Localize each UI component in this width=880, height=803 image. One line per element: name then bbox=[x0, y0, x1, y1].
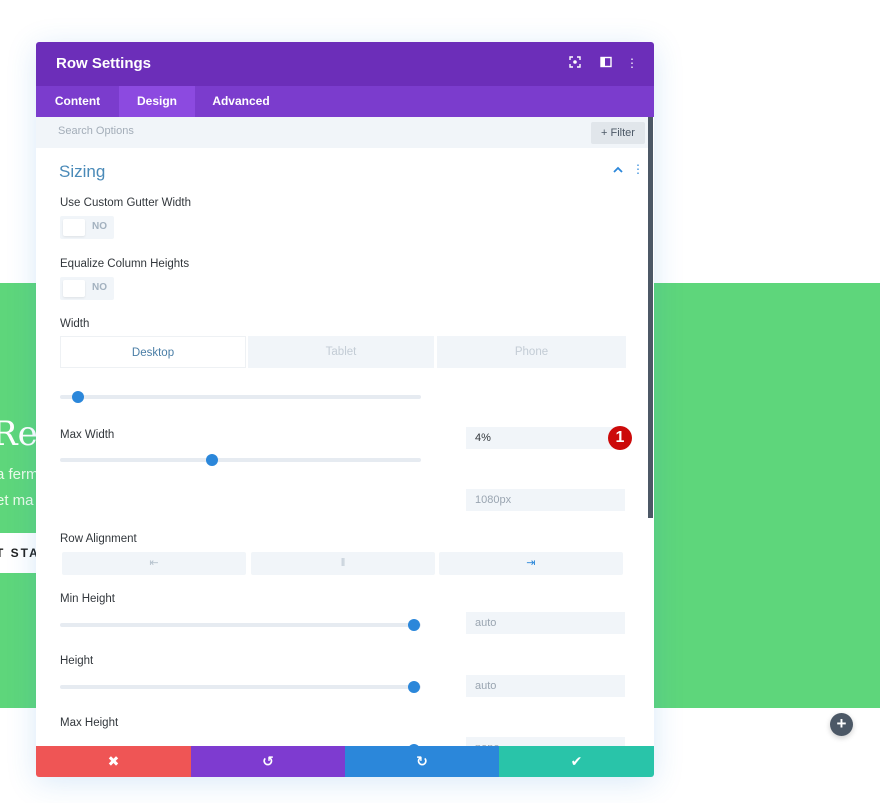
custom-gutter-toggle[interactable]: NO bbox=[60, 216, 114, 239]
row-settings-modal: Row Settings ⋮ Content Design Advanced +… bbox=[36, 42, 654, 777]
tab-advanced[interactable]: Advanced bbox=[195, 86, 287, 117]
toggle-knob bbox=[63, 280, 85, 297]
toggle-state: NO bbox=[92, 282, 107, 293]
undo-button[interactable]: ↺ bbox=[191, 746, 345, 777]
redo-icon: ↻ bbox=[416, 753, 428, 769]
align-right-icon: ⇥ bbox=[526, 557, 536, 569]
slider-track bbox=[60, 395, 421, 399]
tab-content[interactable]: Content bbox=[36, 86, 119, 117]
hero-button-label: T STA bbox=[0, 546, 40, 560]
slider-thumb[interactable] bbox=[407, 681, 420, 693]
align-left-button[interactable]: ⇤ bbox=[62, 552, 246, 575]
toggle-state: NO bbox=[92, 221, 107, 232]
more-options-icon[interactable]: ⋮ bbox=[625, 56, 639, 70]
device-tab-phone[interactable]: Phone bbox=[437, 336, 626, 368]
width-label: Width bbox=[60, 318, 90, 330]
modal-title: Row Settings bbox=[56, 55, 152, 72]
max-width-label: Max Width bbox=[60, 429, 115, 441]
max-width-slider[interactable] bbox=[60, 453, 421, 467]
modal-footer: ✖ ↺ ↻ ✔ bbox=[36, 746, 654, 777]
height-value-input[interactable] bbox=[466, 675, 625, 697]
check-icon: ✔ bbox=[570, 753, 583, 769]
tab-design[interactable]: Design bbox=[119, 86, 195, 117]
search-input[interactable] bbox=[58, 125, 358, 137]
max-height-label: Max Height bbox=[60, 717, 119, 729]
toggle-knob bbox=[63, 219, 85, 236]
width-slider[interactable] bbox=[60, 390, 421, 404]
filter-button[interactable]: + Filter bbox=[591, 122, 645, 144]
max-width-value-input[interactable] bbox=[466, 489, 625, 511]
height-slider[interactable] bbox=[60, 680, 421, 694]
section-more-icon[interactable]: ⋮ bbox=[632, 163, 644, 175]
plus-icon: + bbox=[836, 714, 847, 733]
slider-thumb[interactable] bbox=[72, 391, 85, 403]
custom-gutter-label: Use Custom Gutter Width bbox=[60, 197, 192, 209]
redo-button[interactable]: ↻ bbox=[345, 746, 499, 777]
align-left-icon: ⇤ bbox=[149, 557, 159, 569]
slider-thumb[interactable] bbox=[205, 454, 218, 466]
chevron-up-icon[interactable] bbox=[613, 165, 623, 177]
row-alignment-label: Row Alignment bbox=[60, 533, 137, 545]
align-right-button[interactable]: ⇥ bbox=[439, 552, 623, 575]
slider-track bbox=[60, 623, 421, 627]
slider-track bbox=[60, 458, 421, 462]
slider-track bbox=[60, 685, 421, 689]
search-bar: + Filter bbox=[36, 117, 648, 148]
hero-text-line: a ferm bbox=[0, 466, 39, 483]
height-label: Height bbox=[60, 655, 94, 667]
align-center-button[interactable]: ‖ bbox=[251, 552, 435, 575]
align-center-icon: ‖ bbox=[340, 557, 346, 569]
cancel-button[interactable]: ✖ bbox=[36, 746, 191, 777]
settings-content: Sizing ⋮ Use Custom Gutter Width NO Equa… bbox=[36, 148, 648, 759]
scrollbar-thumb[interactable] bbox=[648, 117, 653, 518]
fullscreen-icon[interactable] bbox=[568, 56, 582, 70]
split-view-icon[interactable] bbox=[599, 56, 613, 70]
equalize-heights-label: Equalize Column Heights bbox=[60, 258, 190, 270]
close-icon: ✖ bbox=[107, 753, 120, 769]
device-tabs: Desktop Tablet Phone bbox=[60, 336, 626, 368]
width-value-input[interactable] bbox=[466, 427, 625, 449]
min-height-slider[interactable] bbox=[60, 618, 421, 632]
add-row-button[interactable]: + bbox=[830, 713, 853, 736]
device-tab-desktop[interactable]: Desktop bbox=[60, 336, 246, 368]
section-title-sizing[interactable]: Sizing bbox=[59, 162, 105, 182]
modal-tabs: Content Design Advanced bbox=[36, 86, 654, 117]
equalize-heights-toggle[interactable]: NO bbox=[60, 277, 114, 300]
undo-icon: ↺ bbox=[262, 753, 274, 769]
hero-text-line: et ma bbox=[0, 492, 34, 509]
annotation-badge: 1 bbox=[608, 426, 632, 450]
min-height-value-input[interactable] bbox=[466, 612, 625, 634]
device-tab-tablet[interactable]: Tablet bbox=[248, 336, 434, 368]
slider-thumb[interactable] bbox=[407, 619, 420, 631]
modal-header: Row Settings ⋮ bbox=[36, 42, 654, 86]
save-button[interactable]: ✔ bbox=[499, 746, 654, 777]
min-height-label: Min Height bbox=[60, 593, 115, 605]
